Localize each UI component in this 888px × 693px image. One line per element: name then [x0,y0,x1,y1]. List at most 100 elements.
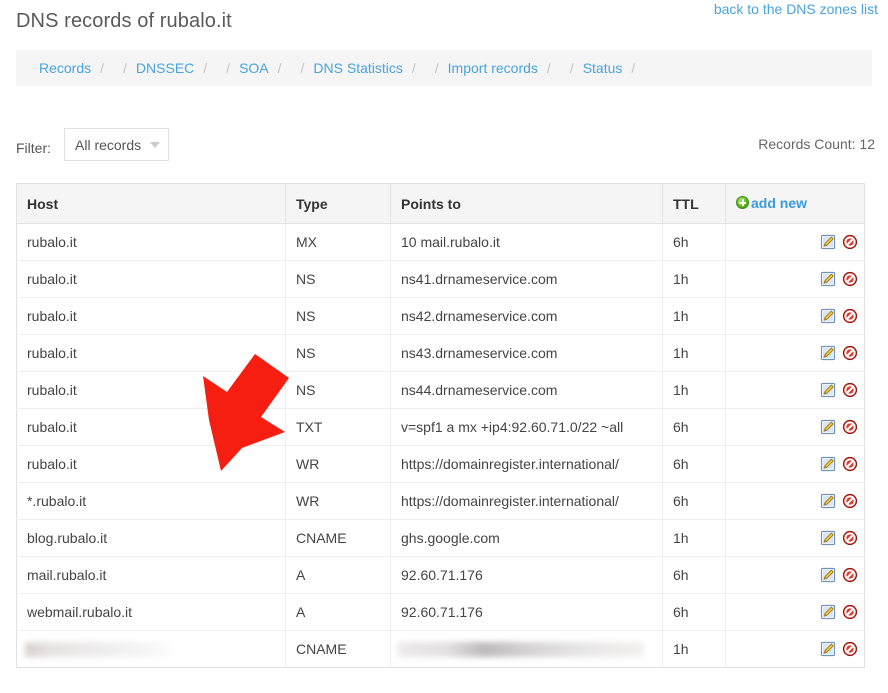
cell-ttl: 1h [662,371,726,409]
sub-navigation: Records / / DNSSEC / / SOA / / DNS Stati… [16,50,872,86]
row-action-group [726,456,858,472]
row-action-group [726,604,858,620]
cell-host: rubalo.it [16,260,286,298]
edit-record-icon[interactable] [820,308,836,324]
table-row: rubalo.it NS ns42.drnameservice.com 1h [16,297,865,335]
edit-record-icon[interactable] [820,493,836,509]
cell-actions [725,593,865,631]
redacted-host-value [25,642,175,658]
cell-host: rubalo.it [16,223,286,261]
subnav-separator: / [123,60,127,76]
cell-ttl: 6h [662,482,726,520]
subnav-separator: / [100,60,105,76]
chevron-down-icon [150,141,160,148]
row-action-group [726,493,858,509]
cell-actions [725,371,865,409]
cell-actions [726,631,865,668]
filter-records-select[interactable]: All records [64,128,169,161]
column-header-host: Host [16,183,286,224]
row-action-group [726,234,858,250]
row-action-group [726,419,858,435]
delete-record-icon[interactable] [842,530,858,546]
subnav-item-dnssec[interactable]: DNSSEC [136,60,194,76]
cell-host [16,630,286,668]
cell-type: NS [285,371,391,409]
subnav-separator: / [434,60,439,76]
subnav-item-soa[interactable]: SOA [239,60,269,76]
filter-selected-value: All records [75,136,142,153]
cell-ttl: 6h [662,593,726,631]
cell-actions [725,260,865,298]
plus-circle-icon [736,196,749,210]
edit-record-icon[interactable] [820,419,836,435]
edit-record-icon[interactable] [820,530,836,546]
row-action-group [726,530,858,546]
edit-record-icon[interactable] [820,641,836,657]
filter-label: Filter: [16,140,51,156]
table-body: rubalo.it MX 10 mail.rubalo.it 6h rubalo.it N… [16,223,865,668]
cell-type: NS [285,297,391,335]
subnav-item-import-records[interactable]: Import records [448,60,538,76]
column-header-ttl: TTL [662,183,726,224]
table-header: Host Type Points to TTL add new [16,183,865,224]
delete-record-icon[interactable] [842,493,858,509]
cell-type: A [285,593,391,631]
cell-points-to: https://domainregister.international/ [390,445,663,483]
row-action-group [726,345,858,361]
subnav-separator: / [569,60,574,76]
delete-record-icon[interactable] [842,345,858,361]
cell-points-to: 92.60.71.176 [390,556,663,594]
cell-type: CNAME [285,519,391,557]
edit-record-icon[interactable] [820,345,836,361]
cell-actions [725,297,865,335]
delete-record-icon[interactable] [842,641,858,657]
dns-records-table-wrapper: Host Type Points to TTL add new rubalo.i… [16,183,865,668]
cell-type: A [285,556,391,594]
edit-record-icon[interactable] [820,382,836,398]
table-row: rubalo.it MX 10 mail.rubalo.it 6h [16,223,865,261]
back-to-dns-zones-link[interactable]: back to the DNS zones list [714,1,878,17]
cell-points-to: ns44.drnameservice.com [390,371,663,409]
delete-record-icon[interactable] [842,604,858,620]
cell-type: WR [285,445,391,483]
table-row: rubalo.it NS ns41.drnameservice.com 1h [16,260,865,298]
edit-record-icon[interactable] [820,234,836,250]
cell-ttl: 1h [662,260,726,298]
delete-record-icon[interactable] [842,382,858,398]
row-action-group [726,382,858,398]
table-header-row: Host Type Points to TTL add new [16,183,865,224]
cell-actions [725,519,865,557]
table-row: rubalo.it WR https://domainregister.intern… [16,445,865,483]
dns-records-table: Host Type Points to TTL add new rubalo.i… [16,183,865,668]
cell-actions [725,482,865,520]
edit-record-icon[interactable] [820,567,836,583]
cell-actions [725,408,865,446]
edit-record-icon[interactable] [820,604,836,620]
row-action-group [726,641,858,657]
table-row: mail.rubalo.it A 92.60.71.176 6h [16,556,865,594]
subnav-item-records[interactable]: Records [39,60,91,76]
delete-record-icon[interactable] [842,271,858,287]
cell-actions [725,223,865,261]
delete-record-icon[interactable] [842,308,858,324]
subnav-item-status[interactable]: Status [583,60,623,76]
cell-host: rubalo.it [16,334,286,372]
delete-record-icon[interactable] [842,234,858,250]
delete-record-icon[interactable] [842,567,858,583]
edit-record-icon[interactable] [820,271,836,287]
cell-points-to: ns41.drnameservice.com [390,260,663,298]
edit-record-icon[interactable] [820,456,836,472]
cell-type: MX [285,223,391,261]
subnav-item-dns-statistics[interactable]: DNS Statistics [313,60,402,76]
table-row: CNAME 1h [16,630,865,668]
delete-record-icon[interactable] [842,419,858,435]
add-new-record-button[interactable]: add new [736,195,807,211]
cell-points-to: 92.60.71.176 [390,593,663,631]
cell-host: rubalo.it [16,408,286,446]
cell-ttl: 1h [662,334,726,372]
cell-actions [725,445,865,483]
cell-type: NS [285,334,391,372]
records-count: Records Count: 12 [758,136,875,152]
delete-record-icon[interactable] [842,456,858,472]
cell-points-to [390,630,663,668]
